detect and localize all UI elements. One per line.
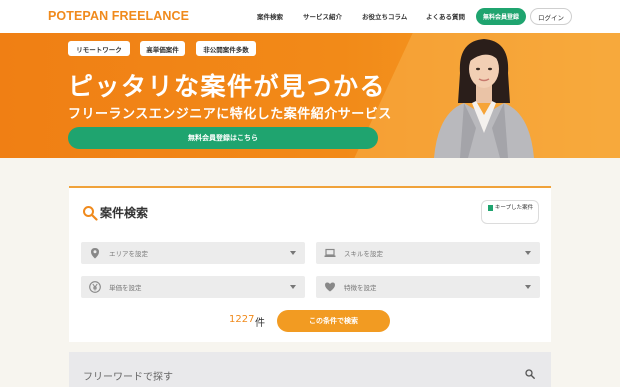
- hero-banner: リモートワーク 高単価案件 非公開案件多数 ピッタリな案件が見つかる フリーラン…: [0, 33, 620, 158]
- nav-item-faq[interactable]: よくある質問: [426, 11, 465, 21]
- job-search-card: 案件検索 キープした案件 エリアを設定 スキルを設定 単価を設定 特徴を設定 1…: [69, 186, 551, 342]
- freeword-search-bar[interactable]: フリーワードで探す: [69, 352, 551, 387]
- register-button-header[interactable]: 無料会員登録: [476, 8, 526, 25]
- kept-jobs-label: キープした案件: [494, 205, 534, 211]
- result-count: 1227: [229, 314, 255, 325]
- feature-select-placeholder: 特徴を設定: [344, 284, 377, 292]
- chevron-down-icon: [290, 285, 296, 289]
- kept-jobs-button[interactable]: キープした案件: [481, 200, 539, 224]
- freeword-placeholder: フリーワードで探す: [83, 372, 173, 383]
- search-section-title: 案件検索: [100, 206, 149, 220]
- hero-subtitle: フリーランスエンジニアに特化した案件紹介サービス: [68, 107, 392, 122]
- yen-icon: [89, 281, 101, 293]
- heart-icon: [325, 282, 335, 292]
- hero-title: ピッタリな案件が見つかる: [68, 72, 387, 101]
- price-select-placeholder: 単価を設定: [109, 284, 142, 292]
- area-select[interactable]: エリアを設定: [81, 242, 305, 264]
- result-count-unit: 件: [255, 318, 265, 329]
- feature-select[interactable]: 特徴を設定: [316, 276, 540, 298]
- bookmark-icon: [488, 205, 493, 213]
- register-button-hero[interactable]: 無料会員登録はこちら: [68, 127, 378, 149]
- chevron-down-icon: [525, 251, 531, 255]
- tag-high-price: 高単価案件: [140, 41, 185, 56]
- hero-person-image: [434, 39, 534, 158]
- site-header: POTEPAN FREELANCE 案件検索 サービス紹介 お役立ちコラム よく…: [0, 0, 620, 33]
- nav-item-column[interactable]: お役立ちコラム: [362, 11, 407, 21]
- skill-select-placeholder: スキルを設定: [344, 250, 383, 258]
- location-pin-icon: [91, 248, 99, 259]
- site-logo[interactable]: POTEPAN FREELANCE: [48, 9, 189, 23]
- search-submit-button[interactable]: この条件で検索: [277, 310, 390, 332]
- price-select[interactable]: 単価を設定: [81, 276, 305, 298]
- nav-item-job-search[interactable]: 案件検索: [257, 11, 283, 21]
- search-icon[interactable]: [525, 369, 535, 379]
- login-button[interactable]: ログイン: [530, 8, 572, 25]
- nav-item-service[interactable]: サービス紹介: [303, 11, 342, 21]
- search-icon: [83, 206, 98, 221]
- tag-remote: リモートワーク: [68, 41, 130, 56]
- area-select-placeholder: エリアを設定: [109, 250, 148, 258]
- chevron-down-icon: [525, 285, 531, 289]
- chevron-down-icon: [290, 251, 296, 255]
- skill-select[interactable]: スキルを設定: [316, 242, 540, 264]
- tag-private: 非公開案件多数: [196, 41, 256, 56]
- laptop-icon: [324, 248, 336, 257]
